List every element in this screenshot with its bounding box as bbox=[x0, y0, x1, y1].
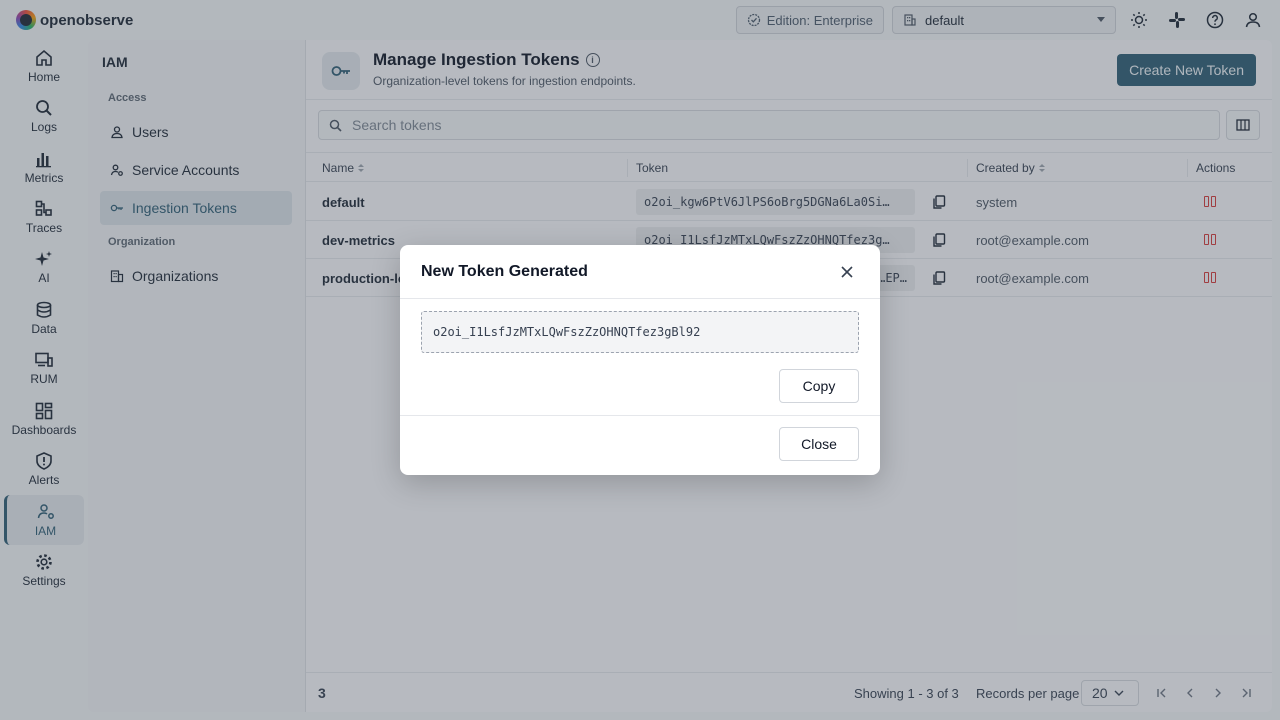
close-button[interactable]: Close bbox=[779, 427, 859, 461]
close-icon[interactable] bbox=[840, 265, 854, 279]
generated-token-value[interactable]: o2oi_I1LsfJzMTxLQwFszZzOHNQTfez3gBl92 bbox=[421, 311, 859, 353]
dialog-divider bbox=[400, 298, 880, 299]
dialog-title: New Token Generated bbox=[421, 263, 588, 280]
copy-button[interactable]: Copy bbox=[779, 369, 859, 403]
new-token-dialog: New Token Generated o2oi_I1LsfJzMTxLQwFs… bbox=[400, 245, 880, 475]
dialog-divider bbox=[400, 415, 880, 416]
